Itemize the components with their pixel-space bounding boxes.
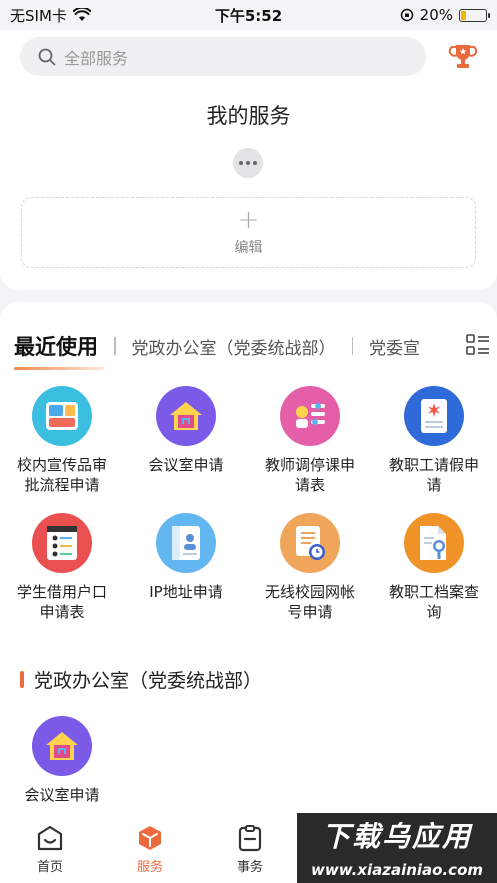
tab-service[interactable]: 服务 [100,814,200,883]
search-bar[interactable]: 全部服务 [20,37,426,76]
archive-search-icon [404,513,464,573]
home-icon [37,825,63,851]
service-item[interactable]: 会议室申请 [0,716,124,805]
edit-services-button[interactable]: + 编辑 [21,197,476,268]
category-grid-icon[interactable] [466,334,490,356]
tab-recent-label: 最近使用 [14,335,98,359]
service-item[interactable]: 校内宣传品审批流程申请 [0,386,124,495]
edit-label: 编辑 [234,239,263,256]
services-card: 最近使用 党政办公室（党委统战部） 党委宣 校内宣传品审批流程申请 会议室申请 … [0,302,497,814]
service-label: 会议室申请 [148,456,224,474]
tab-divider [351,337,353,355]
service-item[interactable]: IP地址申请 [124,513,248,622]
meeting-room-icon [156,386,216,446]
wifi-account-icon [280,513,340,573]
tab-party-publicity[interactable]: 党委宣 [369,334,431,359]
plus-icon: + [237,204,260,235]
service-item[interactable]: 教师调停课申请表 [248,386,372,495]
household-register-icon [32,513,92,573]
trophy-icon[interactable] [448,42,478,72]
tab-home-label: 首页 [36,860,63,875]
service-label: 无线校园网帐号申请 [264,583,355,621]
service-label: 教职工请假申请 [388,456,479,494]
section-title: 党政办公室（党委统战部） [34,670,263,692]
service-label: IP地址申请 [149,583,223,601]
service-label: 校内宣传品审批流程申请 [16,456,107,494]
service-label: 教师调停课申请表 [264,456,355,494]
tab-home[interactable]: 首页 [0,814,100,883]
service-item[interactable]: 教职工档案查询 [372,513,496,622]
clipboard-icon [238,825,262,852]
service-cube-icon [139,826,161,850]
carrier-label: 无SIM卡 [10,6,67,25]
tab-recent[interactable]: 最近使用 [14,331,104,370]
ip-address-icon [156,513,216,573]
recent-services-grid: 校内宣传品审批流程申请 会议室申请 教师调停课申请表 教职工请假申请 学生借用户… [0,386,497,622]
service-label: 教职工档案查询 [388,583,479,621]
tab-service-label: 服务 [136,860,163,875]
orientation-lock-icon [400,8,413,22]
status-bar: 无SIM卡 下午5:52 20% [0,0,497,30]
tab-underline [14,367,104,370]
leave-request-icon [404,386,464,446]
service-item[interactable]: 教职工请假申请 [372,386,496,495]
battery-icon [459,8,490,22]
service-label: 会议室申请 [24,786,100,804]
publicity-doc-icon [32,386,92,446]
battery-level [461,10,466,20]
section-marker [20,671,24,688]
tab-party-office[interactable]: 党政办公室（党委统战部） [132,334,336,359]
my-service-title: 我的服务 [206,104,291,128]
service-item[interactable]: 无线校园网帐号申请 [248,513,372,622]
my-service-card: 全部服务 我的服务 + 编辑 [0,30,497,290]
wifi-icon [72,8,91,21]
clock: 下午5:52 [214,6,283,25]
service-label: 学生借用户口申请表 [16,583,107,621]
service-item[interactable]: 会议室申请 [124,386,248,495]
watermark-url: www.xiazainiao.com [297,857,497,883]
more-icon[interactable] [233,148,263,178]
tab-affairs[interactable]: 事务 [200,814,300,883]
schedule-adjust-icon [280,386,340,446]
search-placeholder: 全部服务 [64,48,129,68]
meeting-room-icon [32,716,92,776]
section-header: 党政办公室（党委统战部） [20,666,262,693]
tab-divider [114,337,116,355]
service-item[interactable]: 学生借用户口申请表 [0,513,124,622]
battery-percent: 20% [419,6,453,24]
tab-affairs-label: 事务 [236,860,263,875]
category-tabs: 最近使用 党政办公室（党委统战部） 党委宣 [14,326,489,370]
watermark-logo: 下载乌应用 [297,813,497,857]
search-icon [38,48,56,65]
